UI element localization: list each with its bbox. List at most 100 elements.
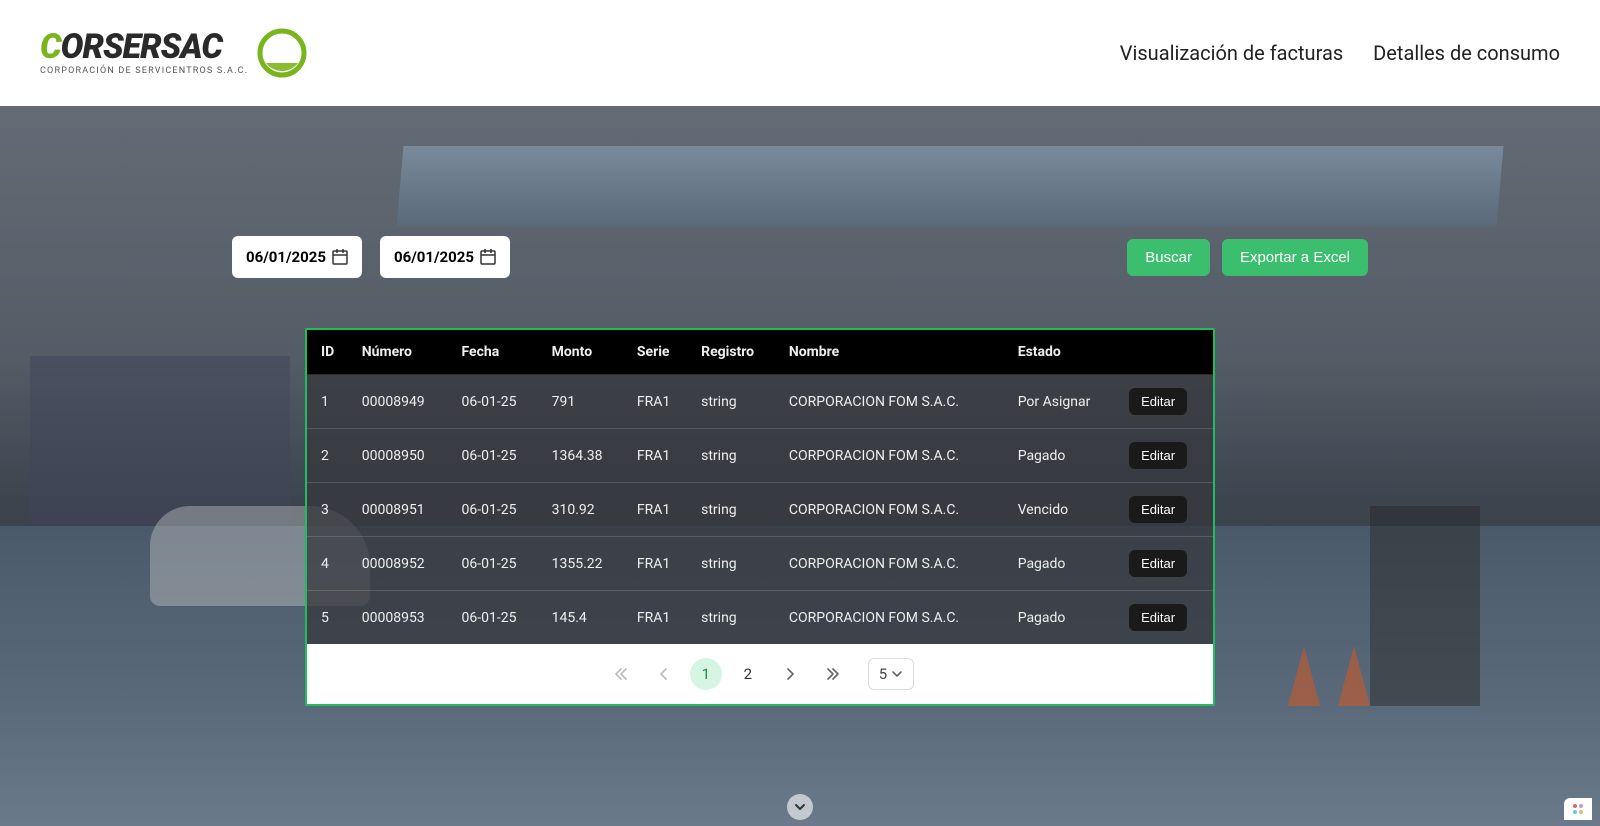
cell-id: 3 (307, 483, 352, 537)
cell-nombre: CORPORACION FOM S.A.C. (779, 375, 1008, 429)
cell-id: 5 (307, 591, 352, 645)
cell-nombre: CORPORACION FOM S.A.C. (779, 429, 1008, 483)
cell-serie: FRA1 (627, 375, 691, 429)
cell-id: 4 (307, 537, 352, 591)
cell-id: 1 (307, 375, 352, 429)
date-from-value: 06/01/2025 (246, 248, 326, 266)
cell-nombre: CORPORACION FOM S.A.C. (779, 537, 1008, 591)
page-size-value: 5 (879, 665, 887, 683)
col-numero: Número (352, 330, 452, 375)
cell-actions: Editar (1119, 591, 1213, 645)
table-row: 10000894906-01-25791FRA1stringCORPORACIO… (307, 375, 1213, 429)
header: CORSERSAC CORPORACIÓN DE SERVICENTROS S.… (0, 0, 1600, 106)
cell-id: 2 (307, 429, 352, 483)
filter-bar: 06/01/2025 06/01/2025 Buscar Exportar a … (232, 236, 1368, 278)
table-row: 20000895006-01-251364.38FRA1stringCORPOR… (307, 429, 1213, 483)
hero-section: 06/01/2025 06/01/2025 Buscar Exportar a … (0, 106, 1600, 826)
cell-monto: 310.92 (542, 483, 627, 537)
page-prev-icon[interactable] (648, 658, 680, 690)
col-serie: Serie (627, 330, 691, 375)
cell-actions: Editar (1119, 537, 1213, 591)
cell-serie: FRA1 (627, 591, 691, 645)
logo-rest: RSERSAC (82, 27, 222, 67)
invoice-table: ID Número Fecha Monto Serie Registro Nom… (307, 330, 1213, 644)
scroll-down-icon[interactable] (787, 794, 813, 820)
logo-tagline: CORPORACIÓN DE SERVICENTROS S.A.C. (40, 66, 248, 76)
cell-registro: string (691, 537, 779, 591)
col-actions (1119, 330, 1213, 375)
table-row: 30000895106-01-25310.92FRA1stringCORPORA… (307, 483, 1213, 537)
cell-fecha: 06-01-25 (452, 375, 542, 429)
search-button[interactable]: Buscar (1127, 239, 1210, 276)
bg-cone (1288, 646, 1320, 706)
cell-fecha: 06-01-25 (452, 591, 542, 645)
nav-consumption[interactable]: Detalles de consumo (1373, 41, 1560, 65)
page-first-icon[interactable] (606, 658, 638, 690)
edit-button[interactable]: Editar (1129, 442, 1187, 469)
cell-numero: 00008950 (352, 429, 452, 483)
bg-pump (1370, 506, 1480, 706)
date-from-input[interactable]: 06/01/2025 (232, 236, 362, 278)
page-2[interactable]: 2 (732, 658, 764, 690)
cell-numero: 00008953 (352, 591, 452, 645)
cell-actions: Editar (1119, 429, 1213, 483)
top-nav: Visualización de facturas Detalles de co… (1120, 41, 1560, 65)
logo-letter-c: C (40, 27, 61, 67)
pagination: 1 2 5 (307, 644, 1213, 704)
cell-registro: string (691, 375, 779, 429)
cell-serie: FRA1 (627, 429, 691, 483)
col-fecha: Fecha (452, 330, 542, 375)
page-next-icon[interactable] (774, 658, 806, 690)
logo-circle-icon (256, 27, 308, 79)
bg-cone (1338, 646, 1370, 706)
edit-button[interactable]: Editar (1129, 388, 1187, 415)
cell-estado: Pagado (1008, 591, 1119, 645)
date-to-value: 06/01/2025 (394, 248, 474, 266)
cell-numero: 00008951 (352, 483, 452, 537)
table-row: 40000895206-01-251355.22FRA1stringCORPOR… (307, 537, 1213, 591)
logo[interactable]: CORSERSAC CORPORACIÓN DE SERVICENTROS S.… (40, 27, 308, 79)
cell-actions: Editar (1119, 375, 1213, 429)
corner-widget-icon[interactable] (1564, 798, 1592, 820)
cell-monto: 1355.22 (542, 537, 627, 591)
cell-actions: Editar (1119, 483, 1213, 537)
edit-button[interactable]: Editar (1129, 604, 1187, 631)
col-registro: Registro (691, 330, 779, 375)
bg-canopy (397, 146, 1504, 226)
cell-fecha: 06-01-25 (452, 483, 542, 537)
cell-registro: string (691, 591, 779, 645)
cell-serie: FRA1 (627, 537, 691, 591)
cell-fecha: 06-01-25 (452, 429, 542, 483)
export-excel-button[interactable]: Exportar a Excel (1222, 239, 1368, 276)
cell-estado: Vencido (1008, 483, 1119, 537)
cell-nombre: CORPORACION FOM S.A.C. (779, 591, 1008, 645)
nav-invoices[interactable]: Visualización de facturas (1120, 41, 1343, 65)
edit-button[interactable]: Editar (1129, 496, 1187, 523)
cell-registro: string (691, 483, 779, 537)
cell-numero: 00008952 (352, 537, 452, 591)
invoice-table-container: ID Número Fecha Monto Serie Registro Nom… (305, 328, 1215, 706)
cell-monto: 1364.38 (542, 429, 627, 483)
cell-registro: string (691, 429, 779, 483)
cell-estado: Pagado (1008, 537, 1119, 591)
cell-monto: 145.4 (542, 591, 627, 645)
chevron-down-icon (891, 668, 903, 680)
cell-numero: 00008949 (352, 375, 452, 429)
cell-serie: FRA1 (627, 483, 691, 537)
page-last-icon[interactable] (816, 658, 848, 690)
cell-nombre: CORPORACION FOM S.A.C. (779, 483, 1008, 537)
edit-button[interactable]: Editar (1129, 550, 1187, 577)
cell-fecha: 06-01-25 (452, 537, 542, 591)
col-id: ID (307, 330, 352, 375)
page-size-select[interactable]: 5 (868, 658, 914, 690)
logo-letter-o: O (61, 27, 83, 67)
cell-estado: Pagado (1008, 429, 1119, 483)
cell-monto: 791 (542, 375, 627, 429)
calendar-icon (332, 249, 348, 265)
col-nombre: Nombre (779, 330, 1008, 375)
page-1[interactable]: 1 (690, 658, 722, 690)
table-row: 50000895306-01-25145.4FRA1stringCORPORAC… (307, 591, 1213, 645)
col-estado: Estado (1008, 330, 1119, 375)
date-to-input[interactable]: 06/01/2025 (380, 236, 510, 278)
col-monto: Monto (542, 330, 627, 375)
